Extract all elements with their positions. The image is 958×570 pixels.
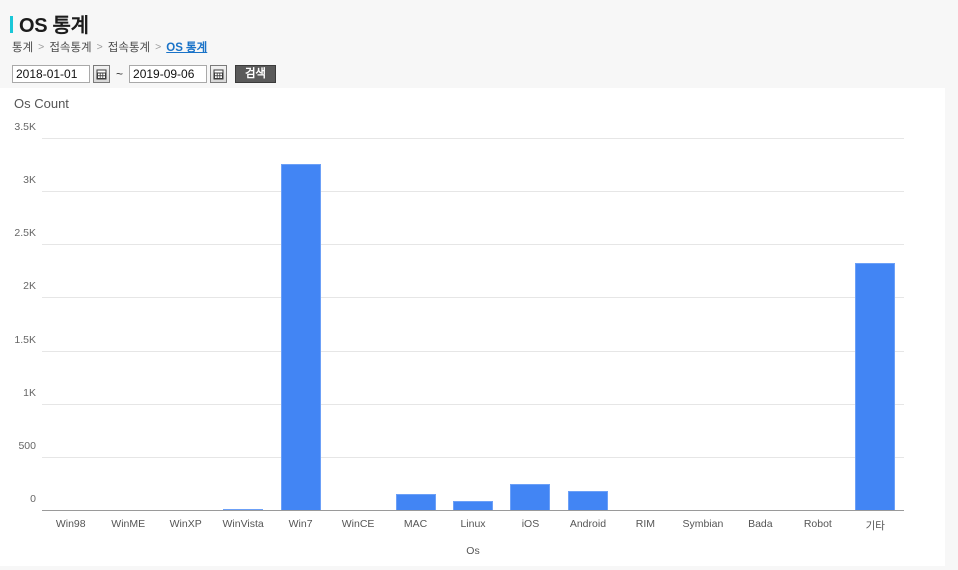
end-date-calendar-icon[interactable] (210, 65, 228, 83)
x-axis-label-RIM: RIM (635, 518, 656, 530)
bar-slot (157, 139, 214, 511)
title-accent-bar (10, 15, 13, 33)
bar-slot (214, 139, 271, 511)
breadcrumb-item-2[interactable]: 접속통계 (108, 39, 150, 55)
x-axis-label-WinCE: WinCE (341, 518, 375, 530)
bar-slot (387, 139, 444, 511)
chart-title: Os Count (14, 96, 69, 111)
bar-slot (502, 139, 559, 511)
bar-iOS[interactable] (510, 483, 551, 511)
bar-기타[interactable] (855, 262, 896, 511)
bar-slot (789, 139, 846, 511)
date-range-separator: ~ (116, 67, 124, 81)
page-title-text: OS 통계 (19, 14, 89, 37)
x-axis-label-MAC: MAC (403, 518, 428, 530)
breadcrumb: 통계 > 접속통계 > 접속통계 > OS 통계 (12, 39, 207, 55)
page-title: OS 통계 (10, 10, 89, 37)
y-axis-tick-label: 3K (23, 174, 36, 187)
bar-slot (444, 139, 501, 511)
bar-slot (99, 139, 156, 511)
breadcrumb-item-active[interactable]: OS 통계 (166, 39, 207, 55)
x-axis-line (42, 510, 904, 511)
x-axis-label-iOS: iOS (521, 518, 540, 530)
breadcrumb-separator: > (96, 41, 103, 53)
breadcrumb-item-0[interactable]: 통계 (12, 39, 33, 55)
breadcrumb-separator: > (155, 41, 162, 53)
x-axis-label-기타: 기타 (865, 520, 885, 532)
x-axis-label-Symbian: Symbian (682, 518, 724, 530)
x-axis-label-Linux: Linux (460, 518, 486, 530)
start-date-input[interactable] (12, 65, 90, 83)
bar-series (42, 139, 904, 511)
y-axis-tick-label: 3.5K (14, 121, 36, 133)
x-axis-label-Win7: Win7 (288, 518, 313, 530)
bar-Android[interactable] (567, 490, 608, 511)
bar-slot (674, 139, 731, 511)
x-axis-label-Bada: Bada (748, 518, 773, 530)
bar-slot (272, 139, 329, 511)
bar-slot (847, 139, 904, 511)
bar-slot (617, 139, 674, 511)
y-axis-tick-label: 1.5K (14, 333, 36, 346)
start-date-calendar-icon[interactable] (93, 65, 110, 83)
breadcrumb-item-1[interactable]: 접속통계 (49, 39, 91, 55)
x-axis-label-Win98: Win98 (55, 518, 86, 530)
breadcrumb-separator: > (38, 41, 45, 53)
y-axis-tick-label: 2.5K (14, 227, 36, 240)
x-axis-label-Android: Android (569, 518, 607, 530)
x-axis-label-WinME: WinME (111, 518, 146, 530)
search-button[interactable]: 검색 (235, 65, 276, 83)
y-axis-tick-label: 2K (23, 280, 36, 293)
y-axis-tick-label: 1K (23, 386, 36, 399)
end-date-input[interactable] (129, 65, 208, 83)
bar-Win7[interactable] (280, 163, 321, 511)
x-axis-labels: Win98 WinME WinXP WinVista Win7 WinCE MAC Linux… (42, 518, 904, 533)
x-axis-label-Robot: Robot (803, 518, 832, 530)
x-axis-title: Os (466, 545, 480, 557)
x-axis-label-WinXP: WinXP (169, 518, 202, 530)
bar-slot (559, 139, 616, 511)
y-axis-tick-label: 500 (18, 439, 36, 452)
x-axis-label-WinVista: WinVista (222, 518, 264, 530)
bar-slot (42, 139, 99, 511)
y-axis-tick-label: 0 (30, 493, 36, 505)
chart-card: Os Count 0 500 1K 1.5K 2K 2.5K 3K 3.5K Win98 Win… (0, 88, 945, 566)
filter-bar: ~ 검색 (12, 64, 276, 84)
page-root: OS 통계 통계 > 접속통계 > 접속통계 > OS 통계 ~ (0, 0, 958, 570)
bar-MAC[interactable] (395, 494, 436, 511)
bar-slot (732, 139, 789, 511)
bar-slot (329, 139, 386, 511)
chart-plot-area: 0 500 1K 1.5K 2K 2.5K 3K 3.5K (14, 121, 904, 511)
